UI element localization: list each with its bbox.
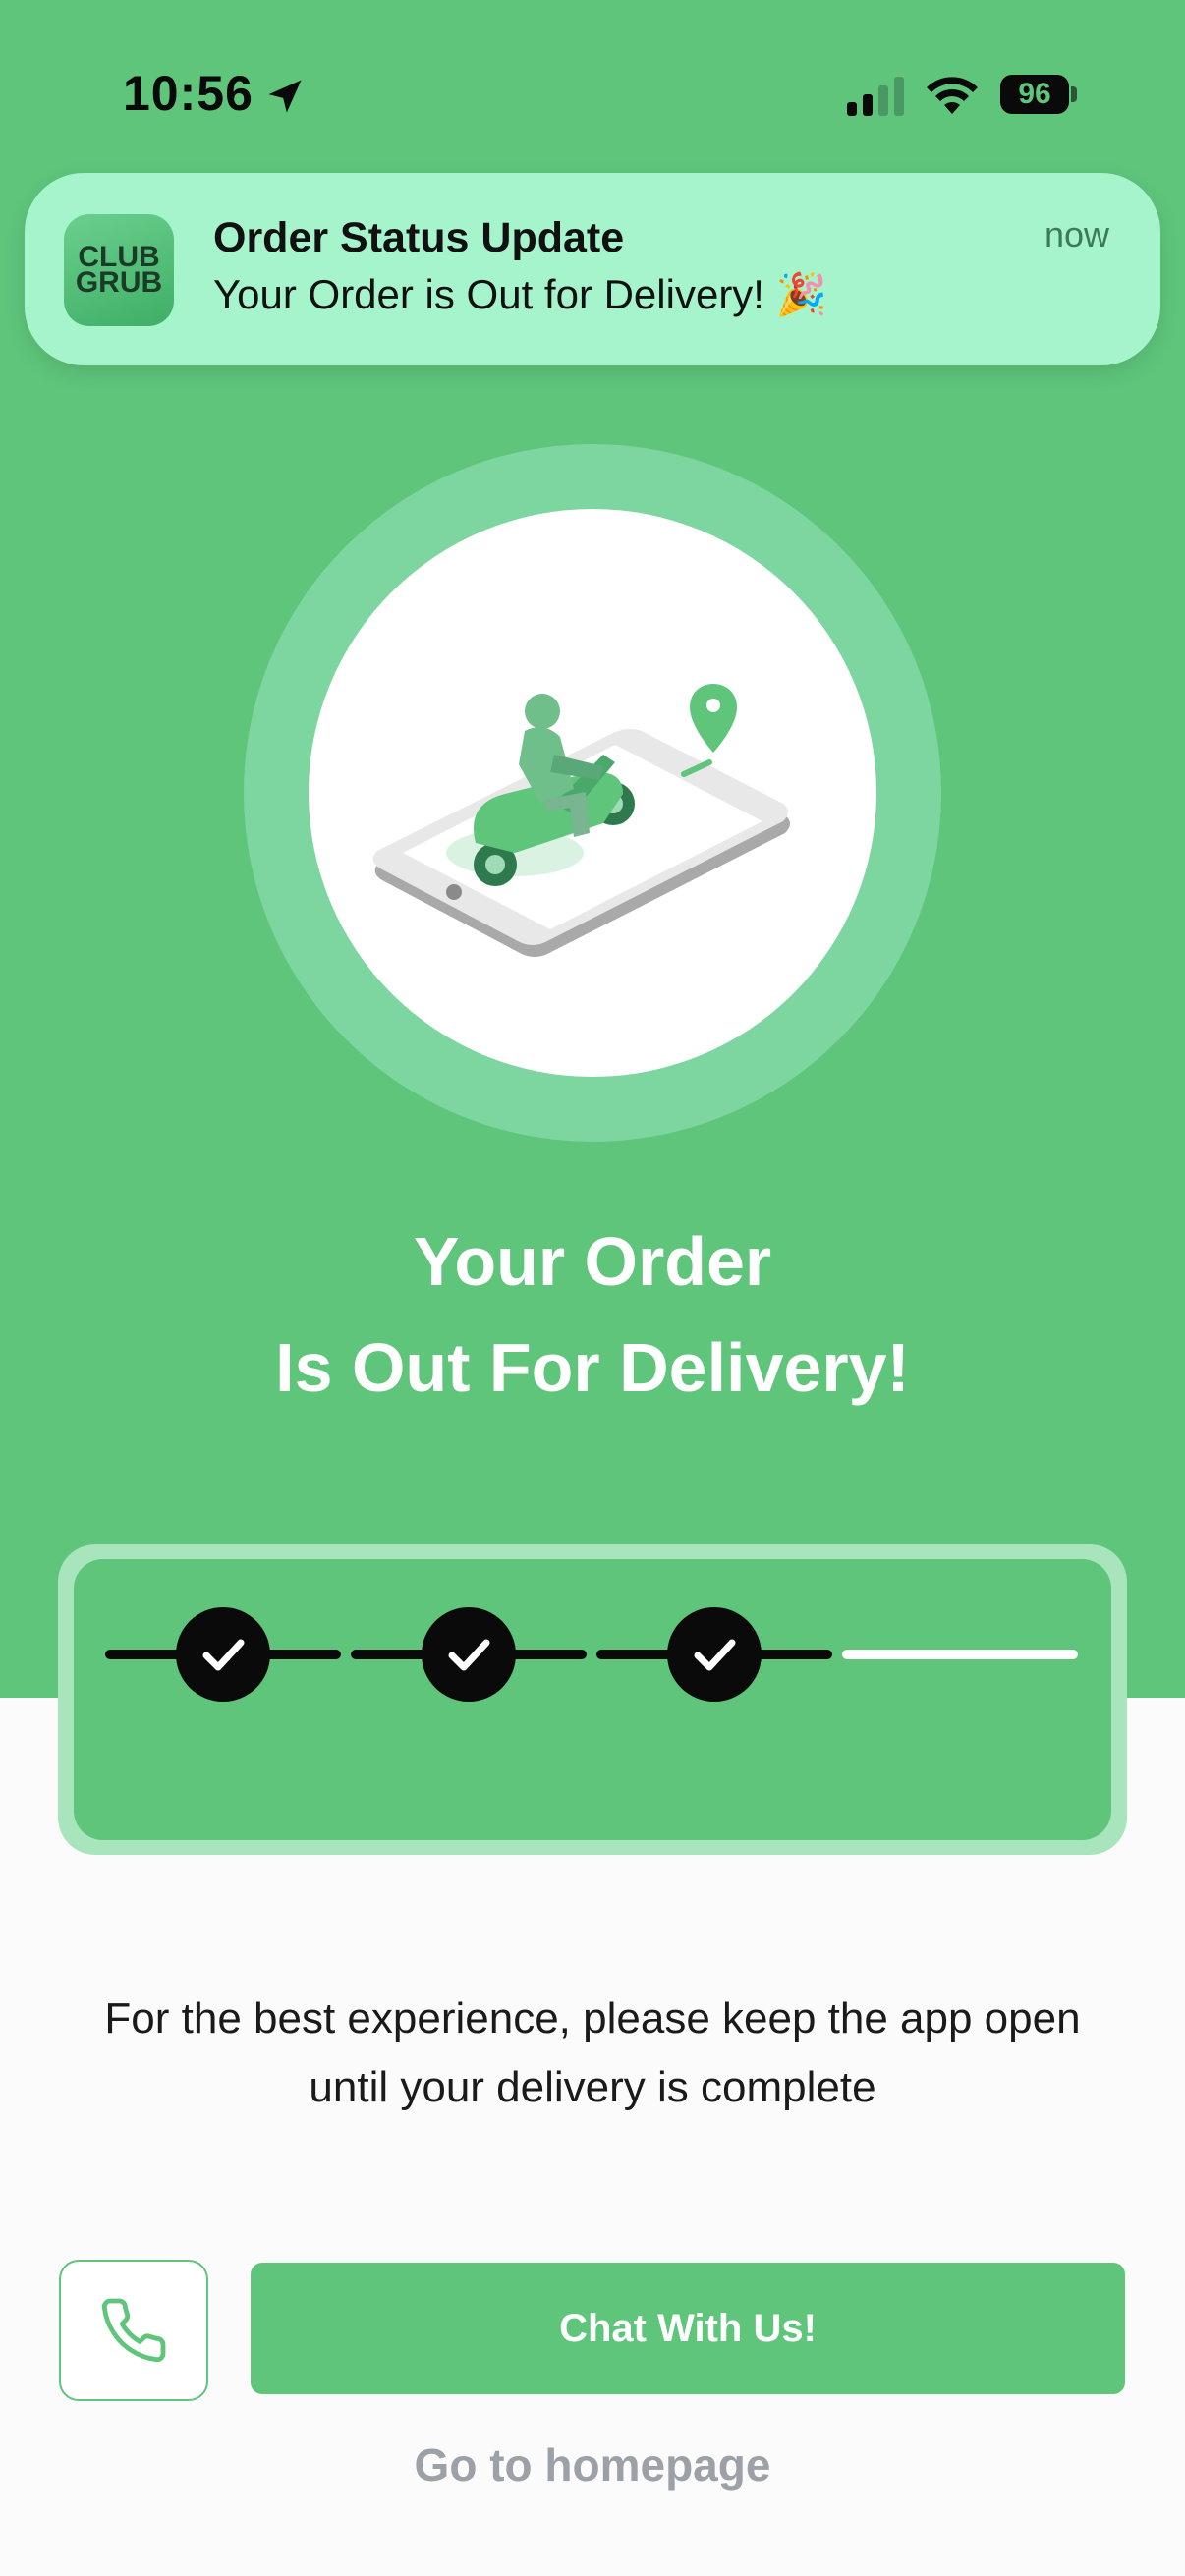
scooter-delivery-on-phone-icon — [372, 684, 790, 957]
call-button[interactable] — [59, 2260, 208, 2401]
phone-icon — [101, 2298, 166, 2363]
title-line1: Your Order — [413, 1223, 772, 1300]
wifi-icon — [927, 77, 978, 114]
info-text: For the best experience, please keep the… — [0, 1985, 1185, 2122]
info-line1: For the best experience, please keep the… — [104, 1994, 1081, 2043]
notification-time: now — [1044, 214, 1109, 254]
app-icon-line2: GRUB — [75, 266, 163, 299]
cellular-signal-icon — [847, 77, 904, 116]
battery-nub — [1071, 86, 1077, 102]
progress-step-complete — [667, 1607, 762, 1702]
notification-title: Order Status Update — [213, 214, 625, 261]
notification-body: Your Order is Out for Delivery! 🎉 — [213, 271, 827, 317]
go-to-homepage-link[interactable]: Go to homepage — [0, 2438, 1185, 2492]
app-icon: CLUB GRUB — [64, 214, 174, 326]
title-line2: Is Out For Delivery! — [275, 1329, 910, 1406]
location-arrow-icon — [268, 80, 302, 113]
page-title: Your Order Is Out For Delivery! — [0, 1208, 1185, 1421]
info-line2: until your delivery is complete — [309, 2063, 876, 2111]
status-time: 10:56 — [123, 66, 254, 121]
chat-with-us-button[interactable]: Chat With Us! — [251, 2263, 1125, 2394]
progress-tracker — [105, 1607, 1078, 1702]
progress-step-complete — [176, 1607, 270, 1702]
battery-indicator: 96 — [1000, 75, 1069, 114]
notification-banner[interactable]: CLUB GRUB Order Status Update Your Order… — [25, 173, 1160, 365]
progress-step-complete — [422, 1607, 516, 1702]
